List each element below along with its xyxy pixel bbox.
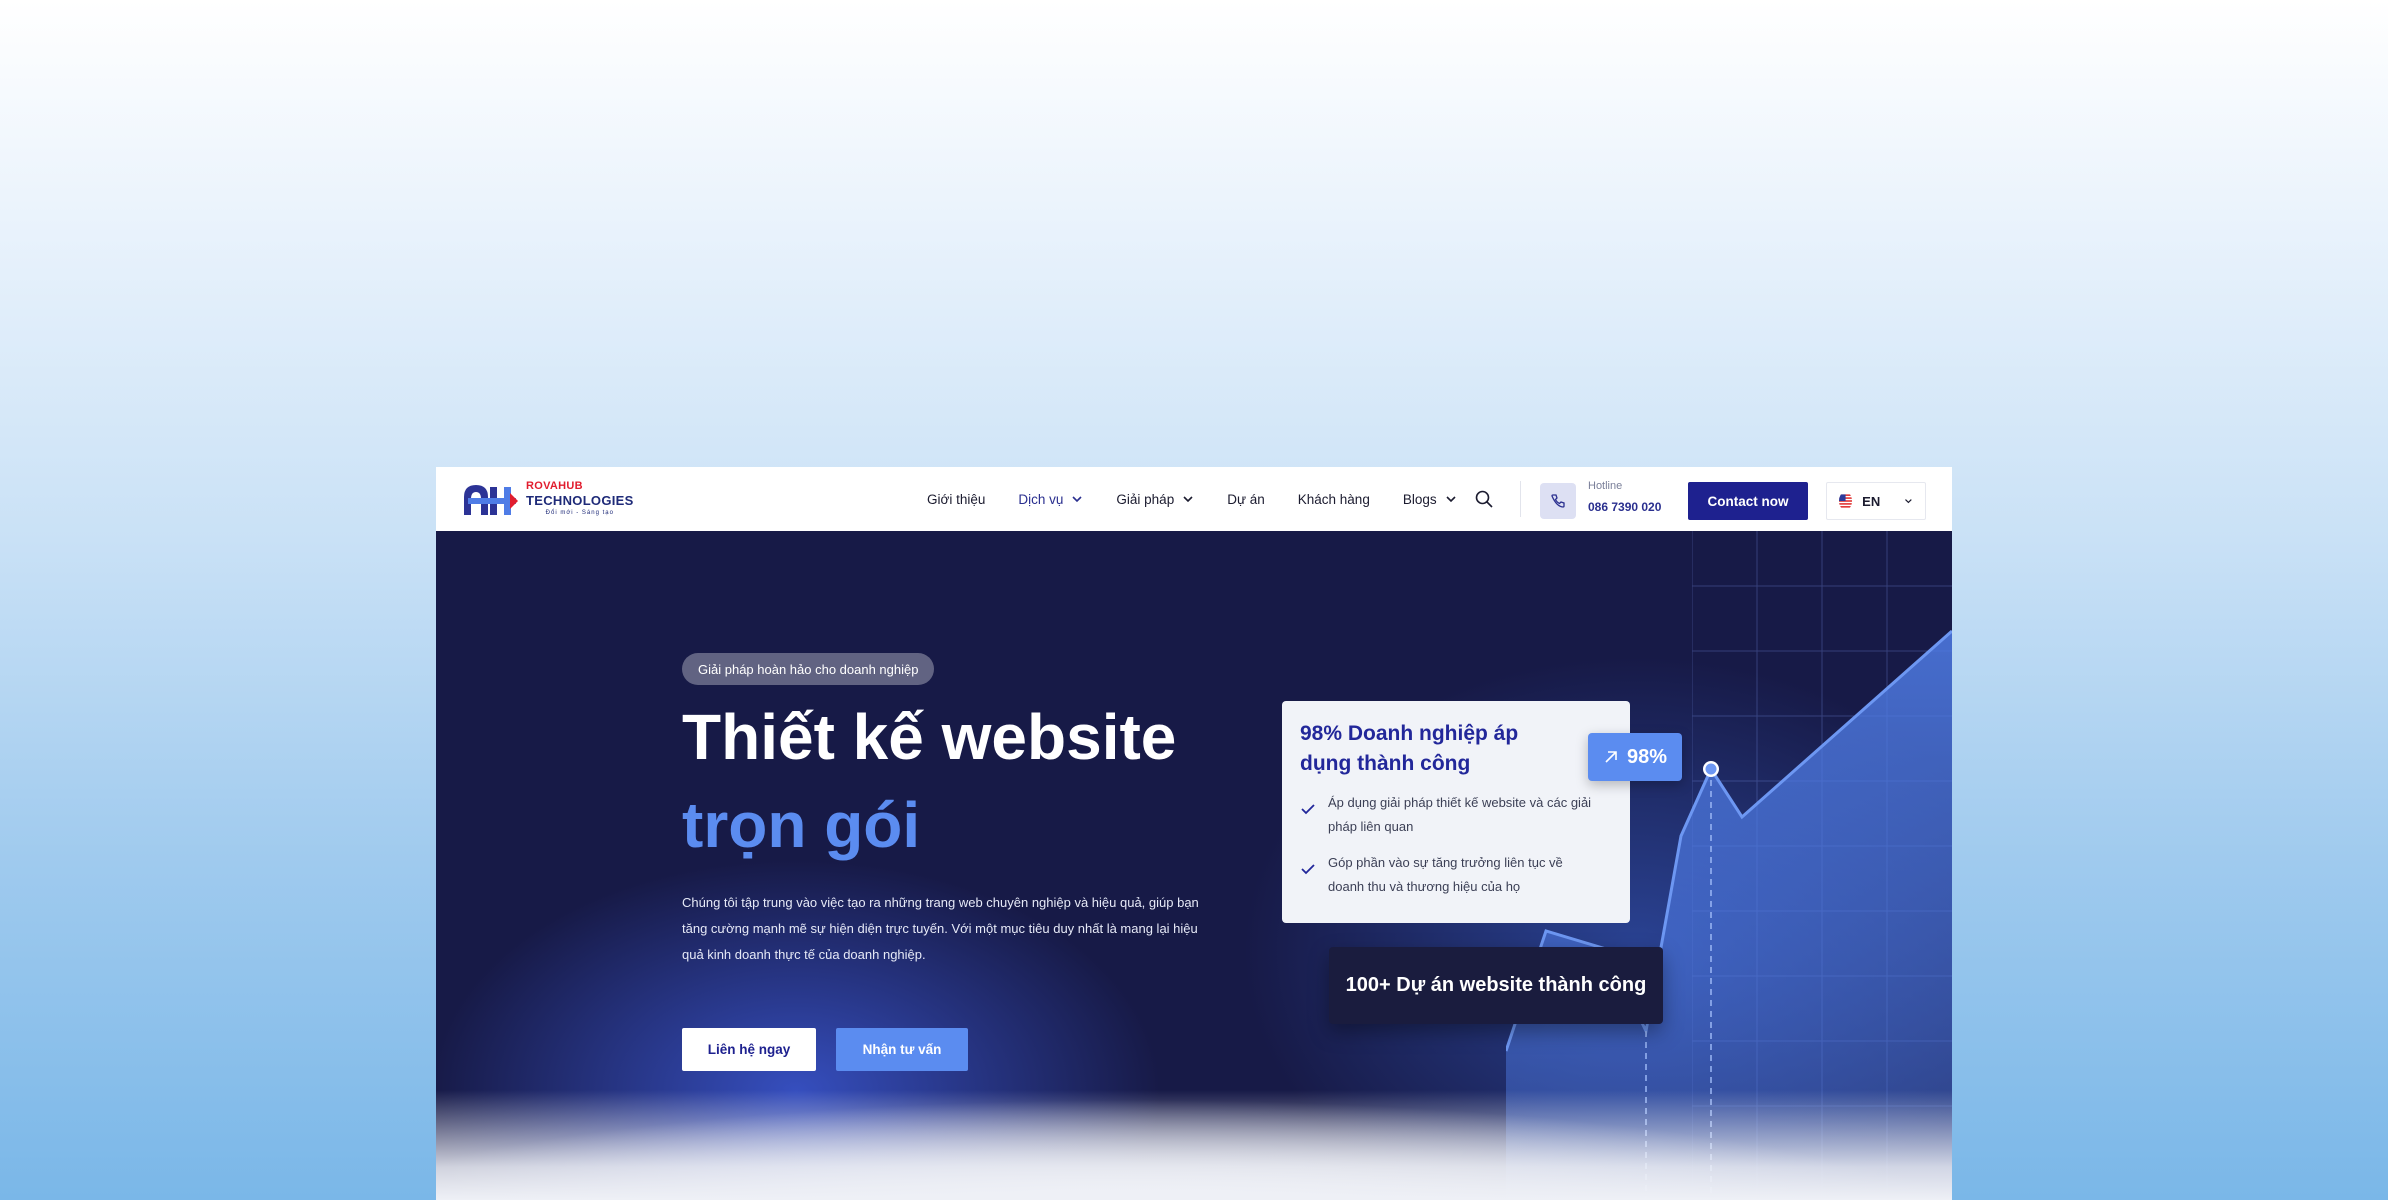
brand-tagline: Đổi mới - Sáng tạo <box>545 509 614 516</box>
check-icon <box>1301 804 1315 815</box>
get-consultation-button[interactable]: Nhận tư vấn <box>836 1028 968 1071</box>
chevron-down-icon <box>1905 499 1912 504</box>
hero-title-line1: Thiết kế website <box>682 701 1177 773</box>
language-selector[interactable]: EN <box>1826 482 1926 520</box>
nav-item-label: Dự án <box>1227 491 1265 507</box>
nav-item-khach-hang[interactable]: Khách hàng <box>1298 492 1370 507</box>
nav-item-blogs[interactable]: Blogs <box>1403 492 1457 507</box>
brand-name-line2: TECHNOLOGIES <box>526 492 634 508</box>
phone-icon <box>1551 494 1565 508</box>
nav-item-gioi-thieu[interactable]: Giới thiệu <box>927 492 985 507</box>
arrow-up-right-icon <box>1605 751 1617 763</box>
nav-divider <box>1520 481 1521 517</box>
hero-badge: Giải pháp hoàn hảo cho doanh nghiệp <box>682 653 935 685</box>
phone-icon-box[interactable] <box>1540 483 1576 519</box>
top-navbar: ROVAHUB TECHNOLOGIES Đổi mới - Sáng tạo … <box>436 467 1952 531</box>
stats-point-text: Góp phần vào sự tăng trưởng liên tục về … <box>1328 855 1563 894</box>
nav-item-dich-vu[interactable]: Dịch vụ <box>1018 492 1083 507</box>
search-icon[interactable] <box>1474 489 1494 509</box>
main-menu: Giới thiệu Dịch vụ Giải pháp Dự án Khách… <box>927 467 1457 531</box>
language-code: EN <box>1862 493 1881 509</box>
projects-badge: 100+ Dự án website thành công <box>1329 947 1663 1024</box>
stats-point: Áp dụng giải pháp thiết kế website và cá… <box>1300 791 1612 839</box>
check-icon <box>1301 864 1315 875</box>
hotline[interactable]: Hotline 086 7390 020 <box>1588 480 1662 514</box>
nav-item-label: Blogs <box>1402 491 1437 507</box>
nav-item-du-an[interactable]: Dự án <box>1227 492 1265 507</box>
percent-value: 98% <box>1626 745 1668 768</box>
chevron-down-icon <box>1446 496 1456 503</box>
hero-bottom-fade <box>436 1090 1952 1200</box>
stats-point-text: Áp dụng giải pháp thiết kế website và cá… <box>1328 795 1592 834</box>
nav-item-label: Giải pháp <box>1116 491 1175 507</box>
percent-badge: 98% <box>1588 733 1682 781</box>
hotline-label: Hotline <box>1588 480 1623 492</box>
brand-logo[interactable]: ROVAHUB TECHNOLOGIES Đổi mới - Sáng tạo <box>460 479 634 517</box>
stats-point: Góp phần vào sự tăng trưởng liên tục về … <box>1300 851 1612 899</box>
stats-card-title: 98% Doanh nghiệp áp dụng thành công <box>1300 722 1519 775</box>
contact-now-hero-button[interactable]: Liên hệ ngay <box>682 1028 816 1071</box>
hotline-number: 086 7390 020 <box>1588 500 1662 514</box>
hero-section: Giải pháp hoàn hảo cho doanh nghiệp Thiế… <box>436 531 1952 1200</box>
chevron-down-icon <box>1183 496 1193 503</box>
browser-frame: ROVAHUB TECHNOLOGIES Đổi mới - Sáng tạo … <box>436 467 1952 1200</box>
nav-item-label: Khách hàng <box>1297 491 1370 507</box>
hero-description: Chúng tôi tập trung vào việc tạo ra nhữn… <box>682 895 1199 962</box>
nav-item-label: Dịch vụ <box>1018 491 1064 507</box>
logo-mark-icon <box>464 485 518 515</box>
nav-item-giai-phap[interactable]: Giải pháp <box>1116 492 1194 507</box>
success-stats-card: 98% Doanh nghiệp áp dụng thành công Áp d… <box>1282 701 1630 923</box>
chevron-down-icon <box>1072 496 1082 503</box>
brand-name-line1: ROVAHUB <box>526 479 583 492</box>
hero-title-line2: trọn gói <box>682 789 921 861</box>
nav-item-label: Giới thiệu <box>927 491 986 507</box>
contact-now-button[interactable]: Contact now <box>1688 482 1808 520</box>
us-flag-icon <box>1839 494 1853 508</box>
